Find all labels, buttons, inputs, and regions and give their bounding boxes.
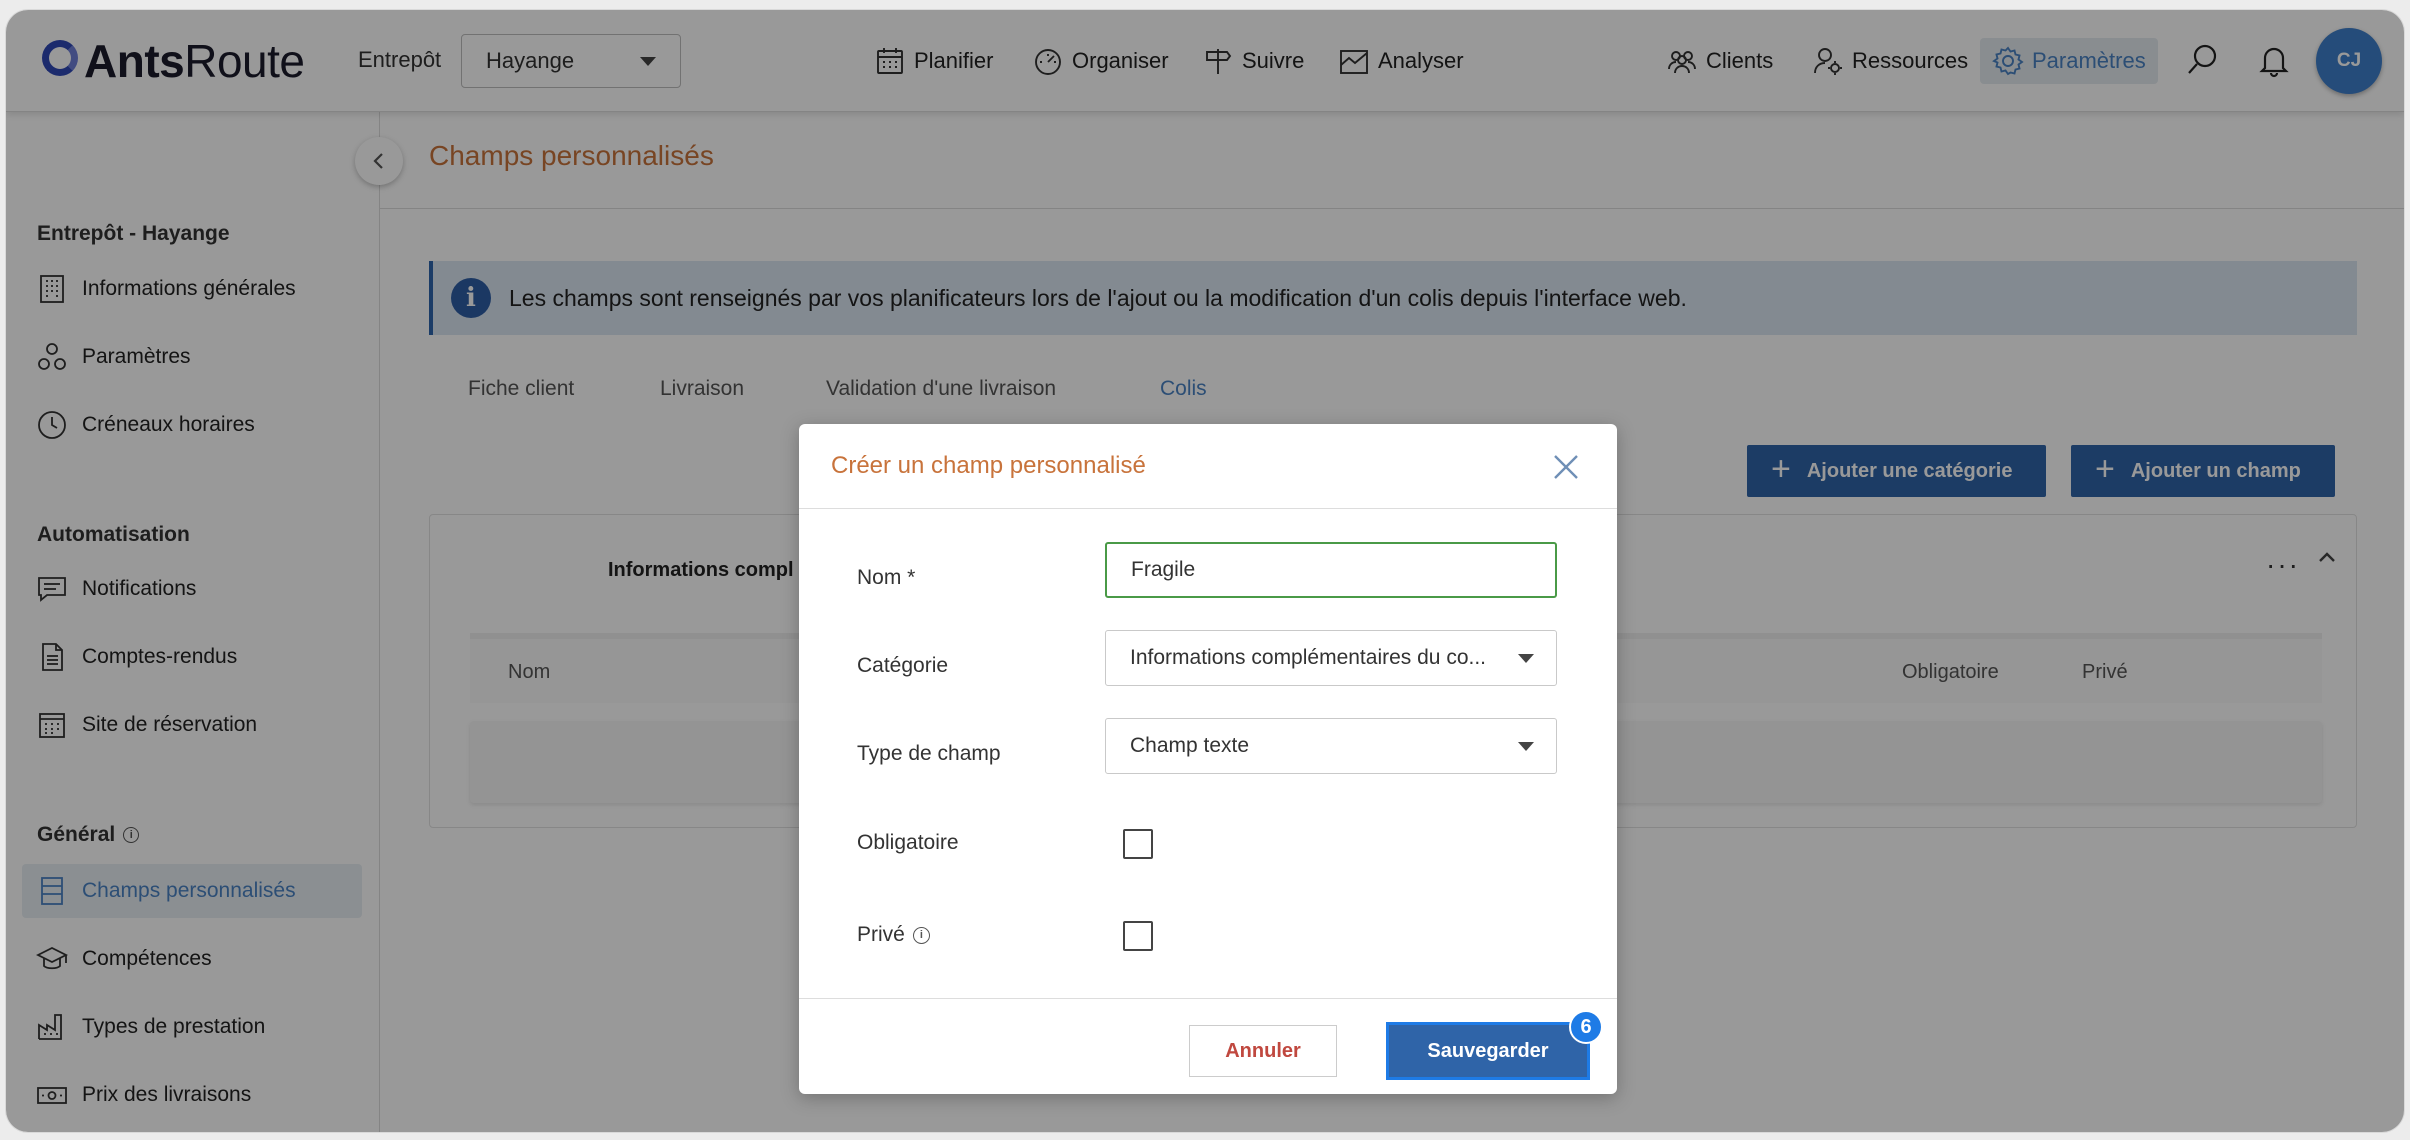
create-custom-field-dialog: Créer un champ personnalisé Nom * Catégo… — [799, 424, 1617, 1094]
close-icon — [1554, 455, 1578, 479]
field-type-label: Type de champ — [857, 742, 1001, 765]
required-label: Obligatoire — [857, 831, 959, 854]
private-checkbox[interactable] — [1123, 921, 1153, 951]
required-checkbox[interactable] — [1123, 829, 1153, 859]
chevron-down-icon — [1518, 653, 1534, 663]
category-select-value: Informations complémentaires du co... — [1130, 646, 1486, 669]
field-type-select[interactable]: Champ texte — [1105, 718, 1557, 774]
dialog-title: Créer un champ personnalisé — [831, 452, 1146, 479]
close-button[interactable] — [1551, 452, 1581, 482]
step-badge: 6 — [1569, 1010, 1603, 1044]
chevron-down-icon — [1518, 741, 1534, 751]
app-window: AntsRoute Entrepôt Hayange Planifier Org… — [6, 10, 2404, 1132]
name-label: Nom * — [857, 566, 916, 589]
private-label-text: Privé — [857, 923, 905, 946]
category-select[interactable]: Informations complémentaires du co... — [1105, 630, 1557, 686]
save-button[interactable]: Sauvegarder — [1389, 1025, 1587, 1077]
private-label: Privé i — [857, 923, 930, 947]
category-label: Catégorie — [857, 654, 949, 677]
info-icon[interactable]: i — [912, 926, 930, 944]
cancel-button[interactable]: Annuler — [1189, 1025, 1337, 1077]
field-type-select-value: Champ texte — [1130, 734, 1250, 757]
name-input[interactable] — [1105, 542, 1557, 598]
dialog-divider — [799, 508, 1617, 509]
dialog-footer-divider — [799, 998, 1617, 999]
